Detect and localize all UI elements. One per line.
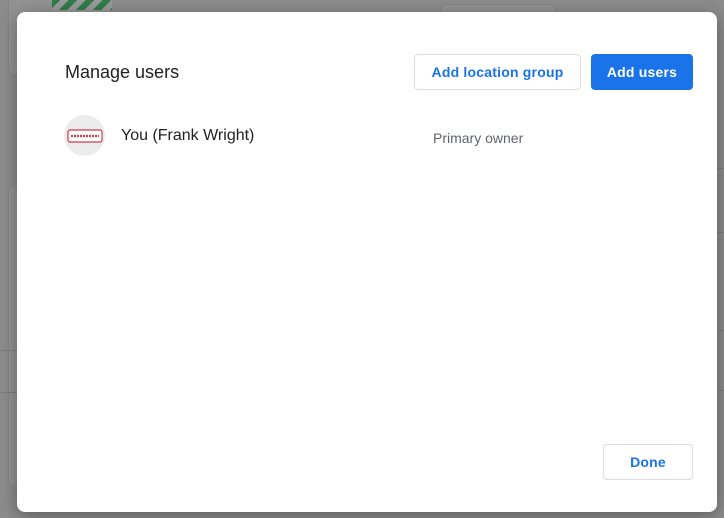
user-role: Primary owner: [433, 130, 524, 146]
dialog-title: Manage users: [65, 62, 180, 82]
user-name: You (Frank Wright): [121, 127, 255, 144]
background-thumbnail: [52, 0, 112, 10]
add-location-group-button[interactable]: Add location group: [414, 54, 581, 90]
background-divider: [0, 350, 17, 351]
avatar: [64, 115, 105, 156]
add-users-button[interactable]: Add users: [591, 54, 693, 90]
background-divider: [0, 392, 17, 393]
manage-users-dialog: Manage users Add location group Add user…: [17, 12, 717, 512]
user-row: You (Frank Wright) Primary owner: [64, 115, 684, 157]
done-button[interactable]: Done: [603, 444, 693, 480]
threesixes-logo-icon: [66, 128, 103, 143]
